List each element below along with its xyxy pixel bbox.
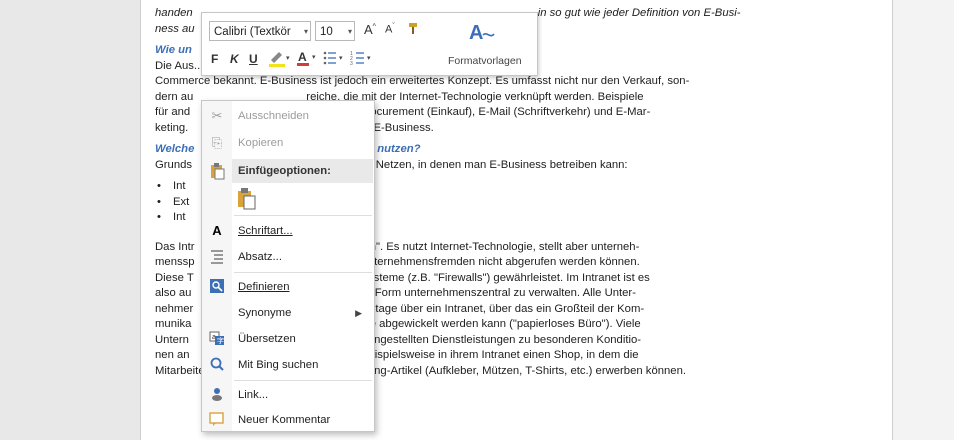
bold-button[interactable]: F <box>211 52 218 66</box>
menu-item-label: Neuer Kommentar <box>238 414 331 426</box>
svg-text:▾: ▾ <box>367 55 371 62</box>
svg-text:字: 字 <box>217 336 224 345</box>
grow-font-label: A <box>364 22 373 37</box>
menu-item-paragraph[interactable]: Absatz... <box>202 245 374 269</box>
italic-button[interactable]: K <box>230 52 239 66</box>
right-pane <box>892 0 954 440</box>
bullets-button[interactable]: ▾ <box>322 50 346 69</box>
font-name-box[interactable]: Calibri (Textkör ▾ <box>209 21 311 41</box>
menu-item-synonyms[interactable]: Synonyme ▶ <box>202 301 374 325</box>
menu-separator <box>234 380 372 381</box>
menu-item-label: Link... <box>238 389 269 401</box>
paste-keep-formatting-button[interactable] <box>236 187 258 211</box>
highlighter-icon: ▾ <box>269 52 290 67</box>
font-size-box[interactable]: 10 ▾ <box>315 21 355 41</box>
search-icon <box>208 356 226 374</box>
format-painter-button[interactable] <box>406 20 422 39</box>
grow-font-button[interactable]: A^ <box>364 22 376 37</box>
svg-text:▾: ▾ <box>312 54 316 61</box>
menu-item-new-comment[interactable]: Neuer Kommentar <box>202 408 374 432</box>
underline-button[interactable]: U <box>249 52 258 66</box>
paragraph-icon <box>208 248 226 266</box>
font-icon: A <box>212 223 222 238</box>
styles-button[interactable]: A <box>466 19 496 45</box>
menu-item-copy[interactable]: ⎘ Kopieren <box>202 131 374 155</box>
svg-text:3: 3 <box>350 61 353 66</box>
svg-text:A: A <box>469 22 483 44</box>
menu-item-define[interactable]: Definieren <box>202 275 374 299</box>
translate-icon: a字 <box>208 330 226 348</box>
highlight-button[interactable]: ▾ <box>267 50 291 71</box>
doc-text: handen <box>155 7 193 19</box>
menu-separator <box>234 272 372 273</box>
heading-text: Welche <box>155 143 195 155</box>
font-name-value: Calibri (Textkör <box>214 26 291 38</box>
mini-toolbar: Calibri (Textkör ▾ 10 ▾ A^ Aˇ A Formatvorl… <box>201 12 538 76</box>
doc-text: Grunds <box>155 158 193 171</box>
menu-item-label: Mit Bing suchen <box>238 359 319 371</box>
menu-item-label: Ausschneiden <box>238 110 309 122</box>
chevron-right-icon: ▶ <box>355 308 362 318</box>
svg-text:▾: ▾ <box>286 55 290 62</box>
menu-item-text: Schriftart... <box>238 225 293 237</box>
clipboard-icon <box>208 162 226 180</box>
italic-label: K <box>230 52 239 66</box>
menu-item-bing[interactable]: Mit Bing suchen <box>202 353 374 377</box>
bullet-list-icon: ▾ <box>323 51 343 65</box>
menu-item-label: Kopieren <box>238 137 284 149</box>
chevron-down-icon: ▾ <box>303 27 308 36</box>
menu-item-label: Synonyme <box>238 307 292 319</box>
menu-item-label: Schriftart... <box>238 219 293 243</box>
menu-item-label: Übersetzen <box>238 333 296 345</box>
font-color-button[interactable]: A ▾ <box>295 49 319 70</box>
menu-separator <box>234 215 372 216</box>
context-menu: ✂ Ausschneiden ⎘ Kopieren Einfügeoptione… <box>201 100 375 432</box>
paste-options-header: Einfügeoptionen: <box>232 159 373 183</box>
numbered-list-icon: 123▾ <box>350 51 371 67</box>
shrink-font-button[interactable]: Aˇ <box>385 23 395 36</box>
doc-text: on Netzen, in denen man E-Business betre… <box>360 158 628 171</box>
copy-icon: ⎘ <box>211 135 223 150</box>
menu-item-label: Absatz... <box>238 251 282 263</box>
menu-item-link[interactable]: Link... <box>202 383 374 407</box>
menu-item-cut[interactable]: ✂ Ausschneiden <box>202 104 374 128</box>
doc-line: Commerce bekannt. E-Business ist jedoch … <box>155 75 690 87</box>
font-size-value: 10 <box>320 26 333 38</box>
paste-icon <box>238 188 256 210</box>
svg-text:▾: ▾ <box>339 55 343 62</box>
numbering-button[interactable]: 1 2 3 ▾ <box>350 50 374 69</box>
define-book-icon <box>208 278 226 296</box>
svg-text:A: A <box>298 50 307 64</box>
chevron-down-icon: ▾ <box>347 27 352 36</box>
scissors-icon: ✂ <box>211 108 223 123</box>
menu-item-translate[interactable]: a字 Übersetzen <box>202 327 374 351</box>
menu-item-font[interactable]: A Schriftart... <box>202 219 374 243</box>
styles-label: Formatvorlagen <box>448 55 522 67</box>
doc-text: in so gut wie jeder Definition von E-Bus… <box>537 7 741 19</box>
styles-icon: A <box>469 22 495 44</box>
link-icon <box>208 386 226 404</box>
bold-label: F <box>211 52 219 66</box>
menu-item-label: Definieren <box>238 281 290 293</box>
comment-icon <box>208 411 226 429</box>
format-painter-icon <box>409 23 417 34</box>
font-color-icon: A ▾ <box>297 50 316 66</box>
underline-label: U <box>249 52 258 66</box>
